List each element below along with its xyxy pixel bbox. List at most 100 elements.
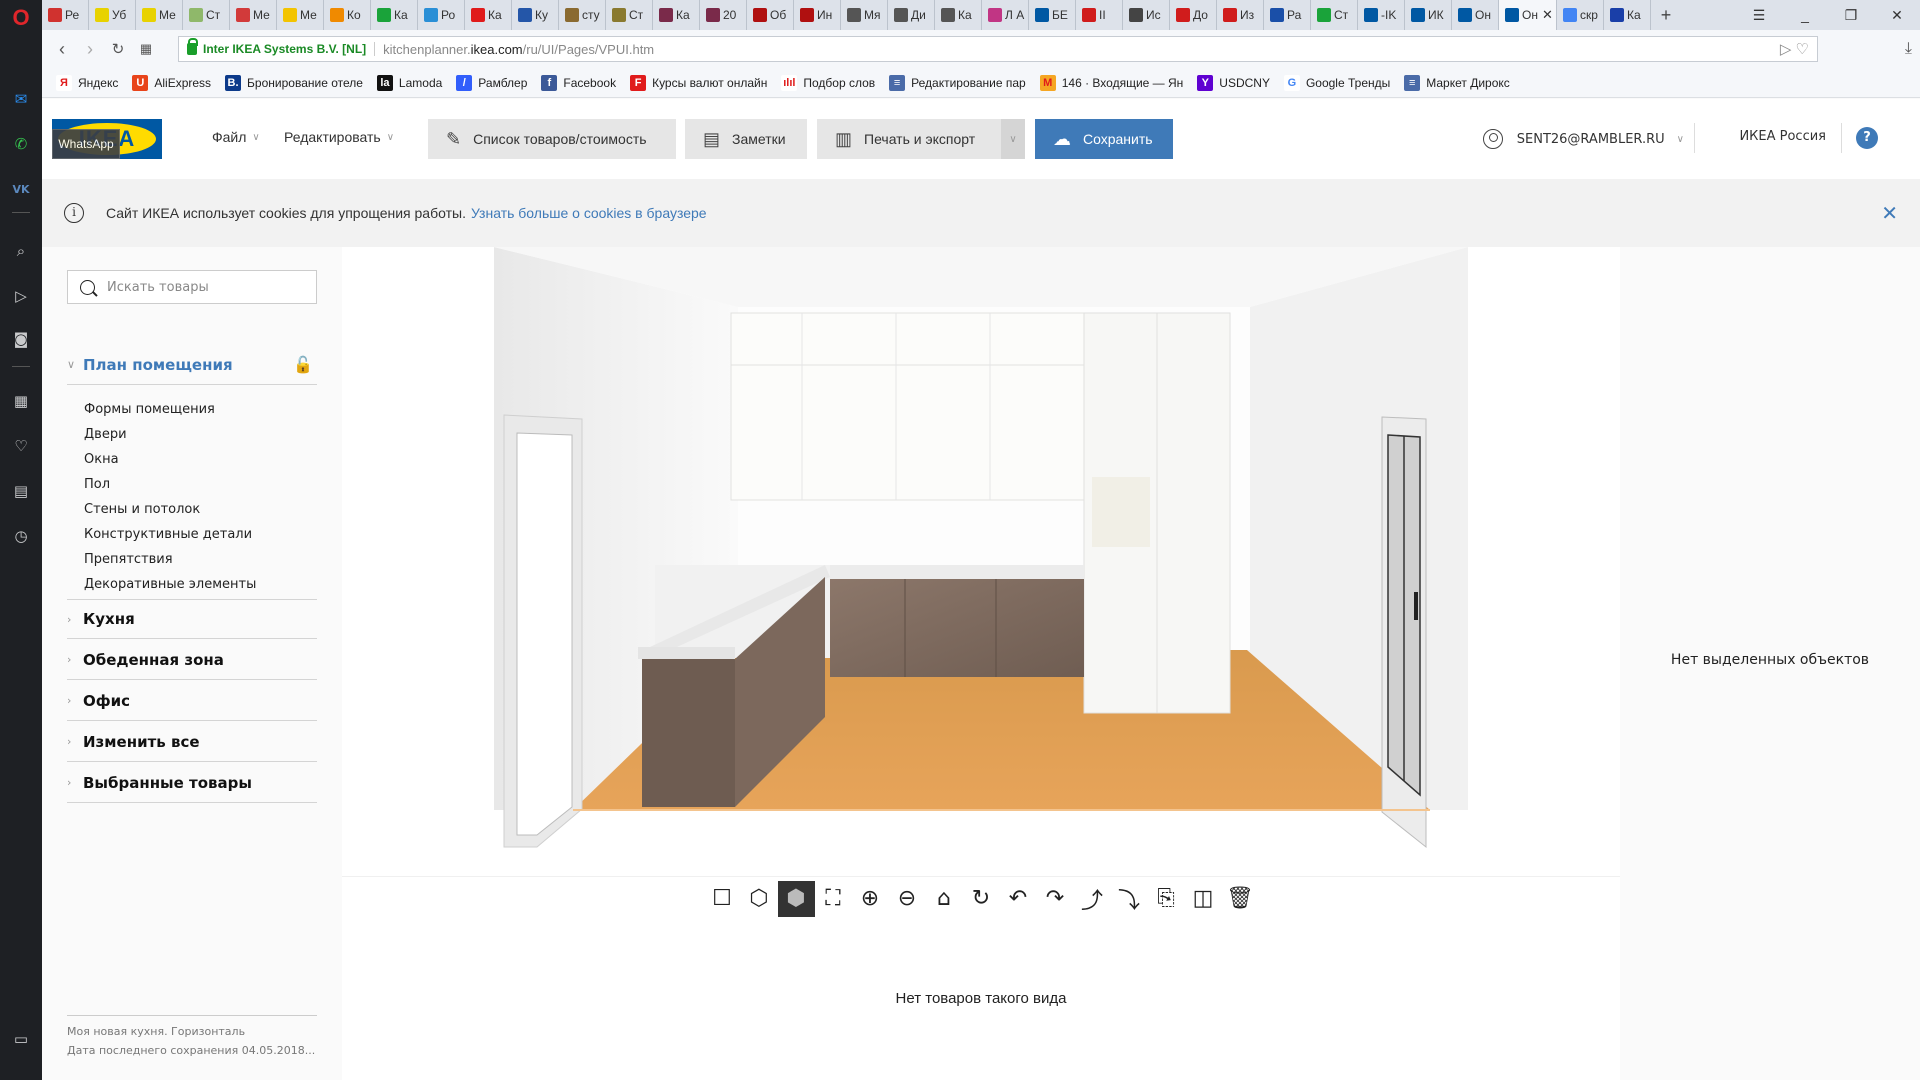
catalog-section[interactable]: › Обеденная зона [67,640,317,680]
tab[interactable]: Уб [89,0,136,30]
room-plan-item[interactable]: Окна [84,452,119,467]
product-search-input[interactable]: Искать товары [67,270,317,304]
tab[interactable]: БЕ [1029,0,1076,30]
bookmark-item[interactable]: Я Яндекс [56,74,118,91]
tilt-down-icon[interactable]: ⤵ [1111,881,1148,917]
tab[interactable]: -IK [1358,0,1405,30]
tabs-overview-button[interactable]: ▦ [132,41,160,57]
room-plan-item[interactable]: Двери [84,427,127,442]
security-badge[interactable]: Inter IKEA Systems B.V. [NL] [203,42,376,56]
tab[interactable]: сту [559,0,606,30]
view-3d-solid-icon[interactable]: ⬢ [777,880,815,917]
room-plan-item[interactable]: Препятствия [84,552,173,567]
bookmark-heart-icon[interactable]: ▷ ♡ [1780,40,1809,58]
zoom-in-icon[interactable]: ⊕ [852,881,889,917]
delete-icon[interactable]: 🗑 [1222,881,1259,917]
bookmark-item[interactable]: F Курсы валют онлайн [630,74,767,91]
catalog-section[interactable]: › Выбранные товары [67,763,317,803]
room-plan-item[interactable]: Пол [84,477,110,492]
tab[interactable]: Ди [888,0,935,30]
tab[interactable]: Он [1452,0,1499,30]
messenger-icon[interactable]: ✉ [10,88,32,110]
zoom-out-icon[interactable]: ⊖ [889,881,926,917]
wall-view-icon[interactable]: ◫ [1185,881,1222,917]
close-window-button[interactable]: ✕ [1874,0,1920,30]
tab[interactable]: Ме [277,0,324,30]
save-button[interactable]: ☁ Сохранить [1035,119,1173,159]
tab[interactable]: Ме [136,0,183,30]
room-plan-item[interactable]: Конструктивные детали [84,527,252,542]
tab[interactable]: Ст [606,0,653,30]
bookmark-item[interactable]: ≡ Редактирование пар [889,74,1026,91]
url-field[interactable]: Inter IKEA Systems B.V. [NL] kitchenplan… [178,36,1818,62]
bookmark-item[interactable]: ılıl Подбор слов [781,74,875,91]
download-icon[interactable]: ⤓ [1905,38,1912,58]
close-icon[interactable]: ✕ [1881,201,1898,226]
bookmark-item[interactable]: M 146 · Входящие — Ян [1039,74,1183,91]
catalog-section[interactable]: › Офис [67,681,317,721]
tab[interactable]: скр [1557,0,1604,30]
tab[interactable]: Ка [653,0,700,30]
room-plan-item[interactable]: Декоративные элементы [84,577,256,592]
unlock-icon[interactable]: 🔓 [293,355,313,374]
close-tab-icon[interactable]: ✕ [1542,7,1553,23]
search-icon[interactable]: ⌕ [10,240,32,262]
news-icon[interactable]: ▤ [10,480,32,502]
tab-menu-icon[interactable]: ☰ [1736,0,1782,30]
cookie-learn-more-link[interactable]: Узнать больше о cookies в браузере [471,205,707,221]
home-view-icon[interactable]: ⌂ [926,881,963,917]
room-plan-item[interactable]: Формы помещения [84,402,215,417]
whatsapp-icon[interactable]: ✆ [10,133,32,155]
tab[interactable]: 20 [700,0,747,30]
tab[interactable]: Ре [42,0,89,30]
maximize-button[interactable]: ❐ [1828,0,1874,30]
send-icon[interactable]: ▷ [10,285,32,307]
tab[interactable]: До [1170,0,1217,30]
heart-icon[interactable]: ♡ [10,435,32,457]
tab[interactable]: Ис [1123,0,1170,30]
tab[interactable]: Мя [841,0,888,30]
tab[interactable]: Ка [465,0,512,30]
bookmark-item[interactable]: / Рамблер [456,74,527,91]
product-list-button[interactable]: ✎ Список товаров/стоимость [428,119,676,159]
room-plan-item[interactable]: Стены и потолок [84,502,200,517]
tab[interactable]: Ст [183,0,230,30]
print-export-dropdown[interactable]: ∨ [1001,119,1025,159]
speed-dial-icon[interactable]: ▦ [10,390,32,412]
help-button[interactable]: ? [1856,127,1878,149]
tab[interactable]: Ку [512,0,559,30]
bookmark-item[interactable]: Y USDCNY [1197,74,1270,91]
menu-file[interactable]: Файл ∨ [212,129,260,145]
tab[interactable]: Ка [371,0,418,30]
forward-button[interactable]: › [76,39,104,60]
minimize-button[interactable]: _ [1782,0,1828,30]
bookmark-item[interactable]: U AliExpress [132,74,211,91]
tab[interactable]: Ст [1311,0,1358,30]
rotate-left-icon[interactable]: ↶ [1000,881,1037,917]
reload-button[interactable]: ↻ [104,40,132,58]
tab[interactable]: Об [747,0,794,30]
tab[interactable]: Из [1217,0,1264,30]
menu-edit[interactable]: Редактировать ∨ [284,129,394,145]
bookmark-item[interactable]: la Lamoda [376,74,442,91]
tab[interactable]: Л А [982,0,1029,30]
tab[interactable]: Ра [1264,0,1311,30]
3d-viewport[interactable] [342,247,1620,877]
print-export-button[interactable]: ▥ Печать и экспорт [817,119,1001,159]
bookmark-item[interactable]: B. Бронирование отеле [225,74,363,91]
tab-active[interactable]: Он ✕ [1499,0,1557,30]
bookmark-item[interactable]: ≡ Маркет Дирокс [1404,74,1510,91]
tab[interactable]: Ро [418,0,465,30]
vk-icon[interactable]: VK [10,178,32,200]
back-button[interactable]: ‹ [48,39,76,60]
tilt-up-icon[interactable]: ⤴ [1074,881,1111,917]
tab[interactable]: ИК [1405,0,1452,30]
user-menu[interactable]: SENT26@RAMBLER.RU ∨ [1482,129,1684,149]
catalog-section[interactable]: › Изменить все [67,722,317,762]
rotate-icon[interactable]: ↻ [963,881,1000,917]
section-room-plan[interactable]: ∨ План помещения 🔓 [67,345,317,385]
view-3d-wire-icon[interactable]: ⬡ [741,881,778,917]
catalog-section[interactable]: › Кухня [67,599,317,639]
bookmark-item[interactable]: f Facebook [541,74,616,91]
tab[interactable]: Ин [794,0,841,30]
